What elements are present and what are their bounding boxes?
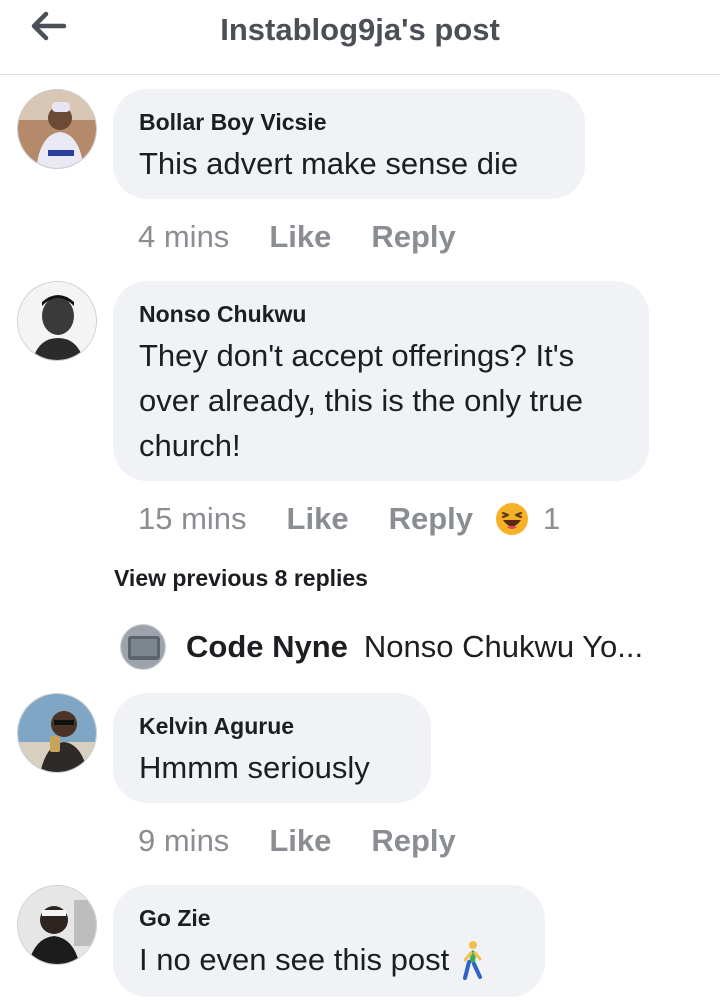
comment-text: This advert make sense die [139, 146, 519, 181]
comment-time: 4 mins [138, 219, 230, 254]
avatar-bollar-boy-vicsie[interactable] [17, 89, 97, 169]
comment-author[interactable]: Go Zie [139, 903, 519, 933]
person-walking-emoji-icon [463, 940, 483, 980]
like-button[interactable]: Like [287, 501, 349, 537]
avatar-photo [18, 886, 96, 964]
avatar-photo [18, 694, 96, 772]
avatar-photo [18, 90, 96, 168]
comment-text-row: I no even see this post [139, 937, 519, 982]
comment-bubble: Nonso Chukwu They don't accept offerings… [113, 281, 649, 481]
comment-bubble: Go Zie I no even see this post [113, 885, 545, 997]
like-button[interactable]: Like [269, 823, 331, 859]
reply-button[interactable]: Reply [389, 501, 473, 537]
comment-bubble: Kelvin Agurue Hmmm seriously [113, 693, 431, 803]
avatar-kelvin-agurue[interactable] [17, 693, 97, 773]
reply-text: Nonso Chukwu Yo... [363, 629, 644, 664]
comment-actions: 9 mins Like Reply [138, 821, 456, 861]
comment-text-line-2: over already, this is the only true [139, 383, 583, 418]
comment-actions: 15 mins Like Reply 1 [138, 499, 560, 539]
comment-author[interactable]: Bollar Boy Vicsie [139, 107, 559, 137]
reply-button[interactable]: Reply [371, 823, 455, 859]
like-button[interactable]: Like [269, 219, 331, 255]
comment-text-line-1: They don't accept offerings? It's [139, 338, 575, 373]
page-title: Instablog9ja's post [220, 12, 500, 47]
latest-reply[interactable]: Code Nyne Nonso Chukwu Yo... [120, 622, 643, 672]
comment-text-line-3: church! [139, 428, 241, 463]
comment-author[interactable]: Kelvin Agurue [139, 711, 405, 741]
comment-text: I no even see this post [139, 942, 450, 977]
avatar-nonso-chukwu[interactable] [17, 281, 97, 361]
comment-actions: 4 mins Like Reply [138, 217, 456, 257]
reply-author: Code Nyne [186, 629, 348, 664]
top-bar: Instablog9ja's post [0, 0, 720, 75]
view-previous-replies-link[interactable]: View previous 8 replies [114, 565, 368, 592]
avatar-photo [121, 625, 165, 669]
avatar-photo [18, 282, 96, 360]
comment-time: 15 mins [138, 501, 247, 536]
laughing-emoji-icon [496, 503, 528, 535]
avatar-go-zie[interactable] [17, 885, 97, 965]
reaction-count: 1 [543, 501, 561, 536]
comment-bubble: Bollar Boy Vicsie This advert make sense… [113, 89, 585, 199]
avatar-code-nyne[interactable] [120, 624, 166, 670]
reaction-summary[interactable]: 1 [495, 501, 560, 537]
comment-text: Hmmm seriously [139, 750, 370, 785]
comment-author[interactable]: Nonso Chukwu [139, 299, 623, 329]
reply-button[interactable]: Reply [371, 219, 455, 255]
comment-time: 9 mins [138, 823, 230, 858]
